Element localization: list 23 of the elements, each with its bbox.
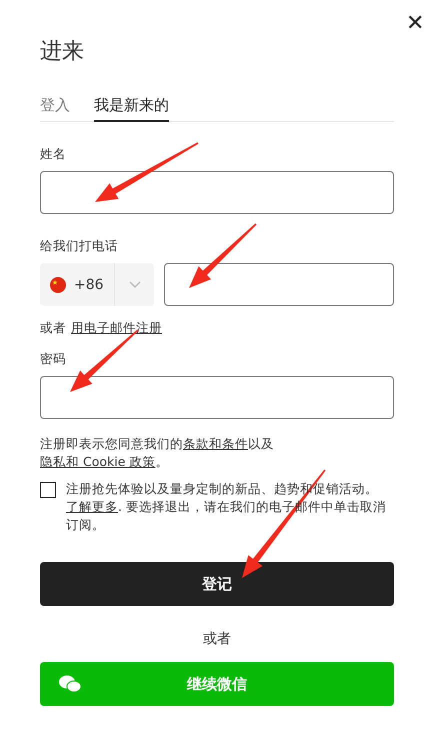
close-button[interactable]: ✕ xyxy=(406,12,424,34)
register-button[interactable]: 登记 xyxy=(40,562,394,606)
terms-text: 注册即表示您同意我们的条款和条件以及 隐私和 Cookie 政策。 xyxy=(40,435,275,471)
or-text: 或者 xyxy=(203,630,231,648)
email-signup-link[interactable]: 用电子邮件注册 xyxy=(71,320,162,337)
name-field[interactable] xyxy=(40,171,394,214)
link[interactable]: 条款和条件 xyxy=(183,436,248,451)
link[interactable]: 隐私和 Cookie 政策 xyxy=(40,454,156,469)
wechat-icon xyxy=(59,675,81,693)
phone-field[interactable] xyxy=(164,263,394,306)
checkbox[interactable] xyxy=(40,482,56,498)
password-field[interactable] xyxy=(40,376,394,419)
chevron-down-icon xyxy=(128,280,140,288)
field-label: 姓名 xyxy=(40,146,66,163)
field-label: 密码 xyxy=(40,351,66,368)
tab[interactable]: 登入 xyxy=(40,96,70,122)
dialog-title: 进来 xyxy=(40,38,84,66)
annotation-arrow xyxy=(189,223,257,288)
or-text: 或者 xyxy=(40,320,66,337)
tab[interactable]: 我是新来的 xyxy=(94,96,169,122)
field-label: 给我们打电话 xyxy=(40,238,118,255)
flag-icon xyxy=(50,276,66,292)
link[interactable]: 了解更多 xyxy=(66,499,118,514)
